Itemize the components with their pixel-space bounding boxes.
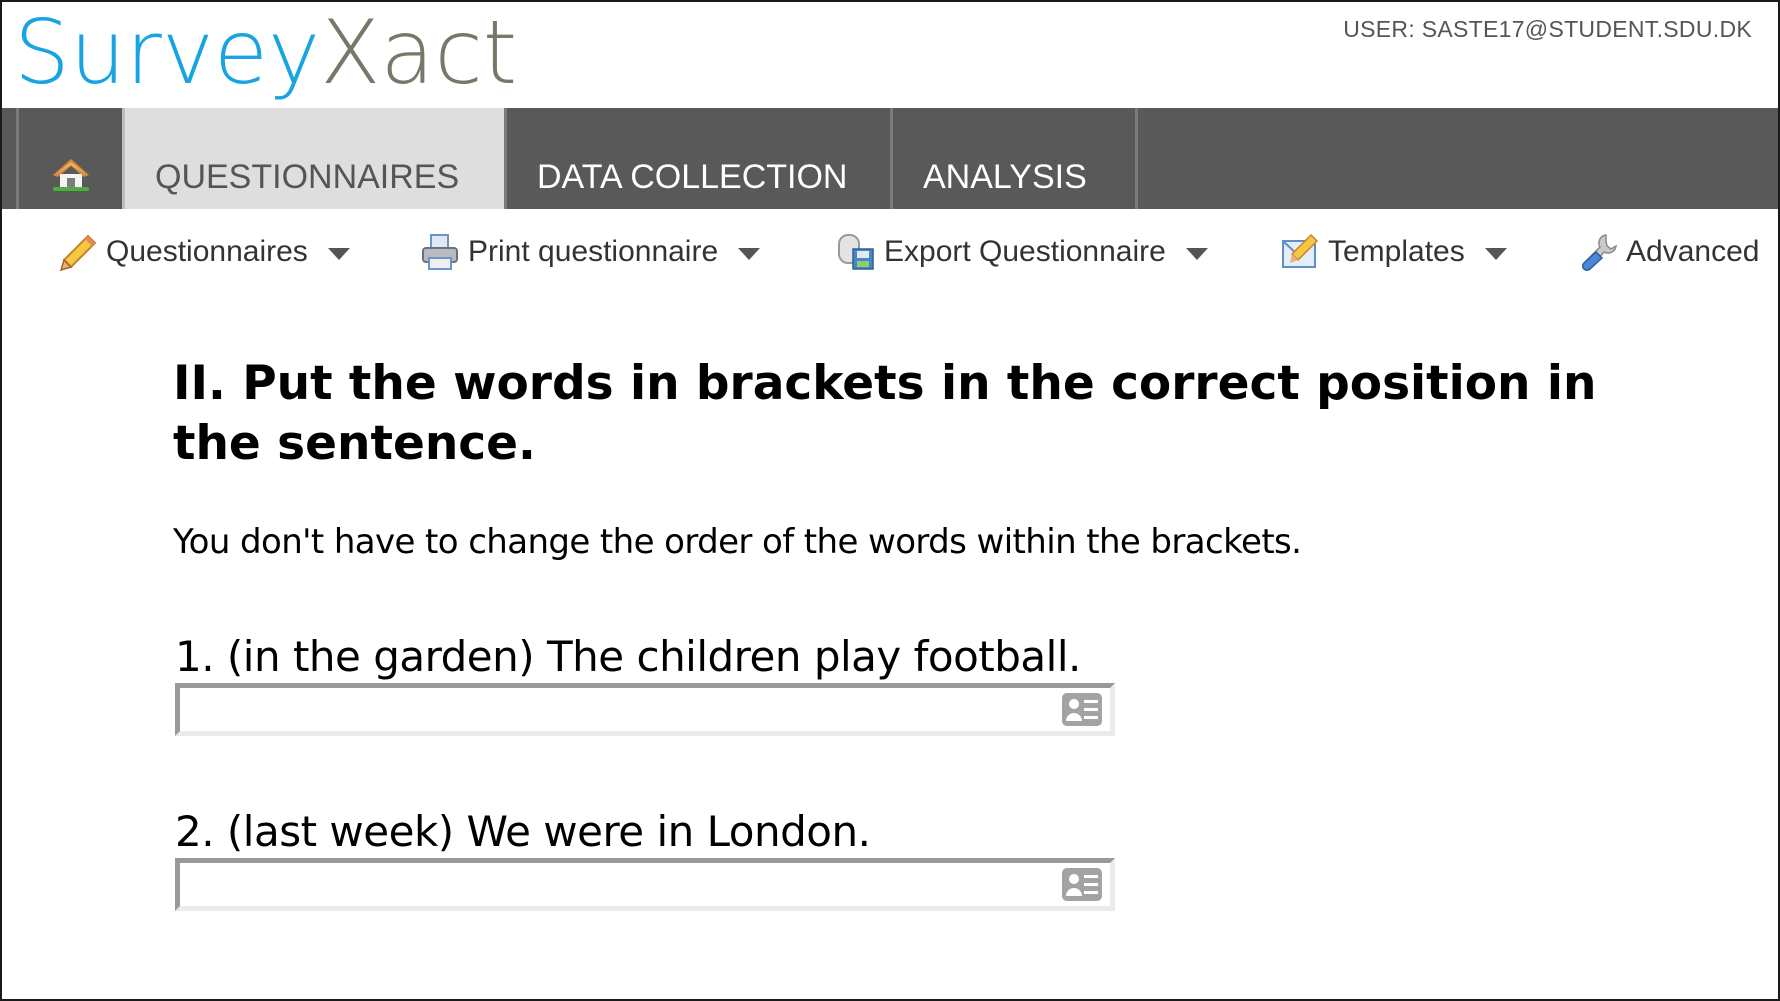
nav-divider — [1135, 108, 1139, 209]
section-instruction: You don't have to change the order of th… — [173, 522, 1302, 562]
user-label: USER: SASTE17@STUDENT.SDU.DK — [1343, 16, 1752, 42]
main-navigation: QUESTIONNAIRES DATA COLLECTION ANALYSIS — [2, 108, 1778, 209]
contact-card-icon[interactable] — [1062, 693, 1102, 726]
question-1: 1. (in the garden) The children play foo… — [175, 632, 1115, 736]
surveyxact-logo[interactable]: SurveyXact — [14, 0, 517, 108]
nav-home-tab[interactable] — [16, 108, 122, 209]
question-1-answer-input[interactable] — [180, 688, 999, 731]
question-1-label: 1. (in the garden) The children play foo… — [175, 632, 1081, 681]
section-heading: II. Put the words in brackets in the cor… — [173, 356, 1597, 471]
toolbar-export-label: Export Questionnaire — [884, 235, 1166, 268]
export-save-icon — [838, 234, 874, 270]
chevron-down-icon — [1185, 248, 1208, 260]
tab-analysis-label: ANALYSIS — [923, 158, 1087, 196]
template-edit-icon — [1282, 233, 1319, 268]
question-1-answer-box — [175, 683, 1115, 736]
wrench-icon — [1582, 234, 1617, 271]
toolbar-advanced-menu[interactable]: Advanced — [1578, 230, 1759, 274]
pencil-icon — [59, 234, 97, 272]
question-section: II. Put the words in brackets in the cor… — [173, 354, 1653, 562]
chevron-down-icon — [738, 248, 761, 260]
toolbar-templates-label: Templates — [1328, 235, 1465, 268]
contact-card-icon[interactable] — [1062, 868, 1102, 901]
toolbar-print-menu[interactable]: Print questionnaire — [420, 230, 761, 274]
toolbar-templates-menu[interactable]: Templates — [1280, 230, 1507, 274]
tab-questionnaires-label: QUESTIONNAIRES — [155, 158, 460, 196]
question-2: 2. (last week) We were in London. — [175, 807, 1115, 911]
toolbar: Questionnaires Print questionnaire Expor… — [2, 212, 1778, 292]
toolbar-print-label: Print questionnaire — [468, 235, 719, 268]
chevron-down-icon — [1484, 248, 1507, 260]
question-2-answer-box — [175, 858, 1115, 911]
tab-questionnaires[interactable]: QUESTIONNAIRES — [122, 108, 504, 209]
toolbar-questionnaires-menu[interactable]: Questionnaires — [58, 230, 350, 274]
logo-xact-text: Xact — [320, 1, 518, 104]
logo-survey-text: Survey — [14, 1, 321, 104]
tab-data-collection-label: DATA COLLECTION — [537, 158, 848, 196]
toolbar-questionnaires-label: Questionnaires — [106, 235, 308, 268]
toolbar-advanced-label: Advanced — [1626, 235, 1760, 268]
question-2-label: 2. (last week) We were in London. — [175, 807, 871, 856]
chevron-down-icon — [327, 248, 350, 260]
toolbar-export-menu[interactable]: Export Questionnaire — [836, 230, 1208, 274]
question-2-answer-input[interactable] — [180, 863, 999, 906]
tab-data-collection[interactable]: DATA COLLECTION — [504, 108, 892, 209]
home-icon — [52, 159, 89, 191]
tab-analysis[interactable]: ANALYSIS — [890, 108, 1138, 209]
printer-icon — [422, 234, 458, 270]
